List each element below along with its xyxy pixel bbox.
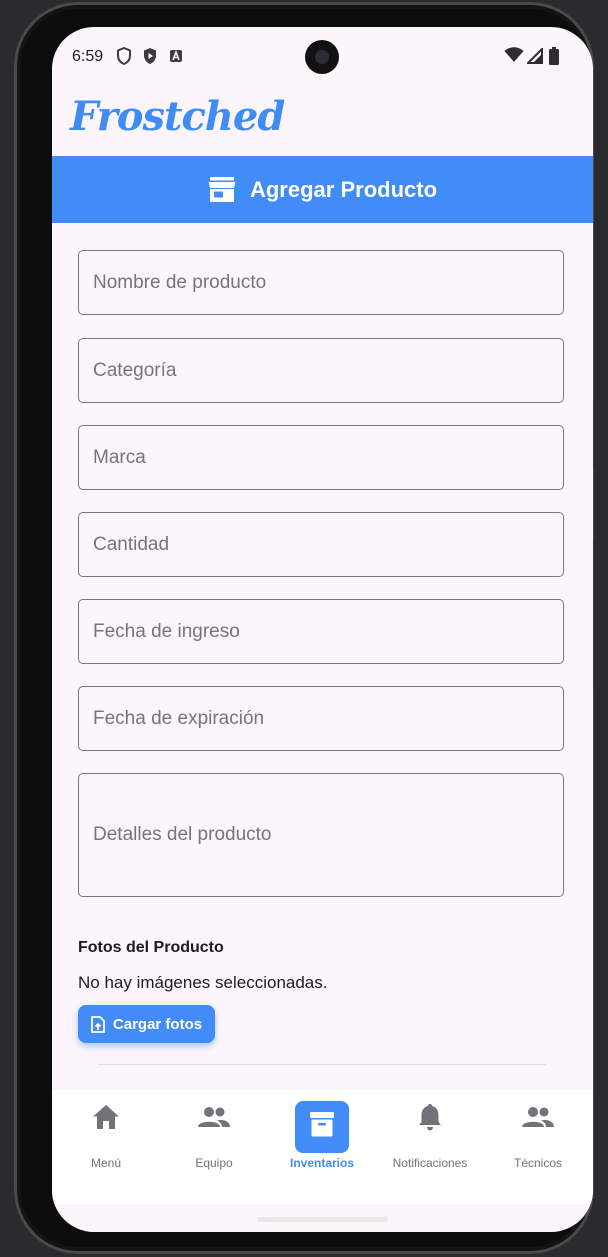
nav-label-technicians: Técnicos xyxy=(513,1156,563,1170)
phone-frame: 6:59 Frostched Agregar Producto Nombre d… xyxy=(14,2,594,1254)
store-icon xyxy=(208,176,236,202)
play-protect-icon xyxy=(144,48,156,64)
section-divider xyxy=(98,1064,546,1065)
status-time: 6:59 xyxy=(72,48,104,65)
file-upload-icon xyxy=(91,1015,105,1033)
people-icon xyxy=(522,1107,554,1127)
nav-item-menu[interactable]: Menú xyxy=(52,1090,160,1180)
bell-icon xyxy=(419,1104,441,1131)
people-icon xyxy=(198,1107,230,1127)
nav-label-menu: Menú xyxy=(90,1156,122,1170)
upload-photos-button[interactable]: Cargar fotos xyxy=(78,1005,215,1043)
category-field[interactable] xyxy=(78,338,564,403)
front-camera xyxy=(305,40,339,74)
shield-icon xyxy=(117,47,131,65)
a-box-icon xyxy=(170,49,182,62)
bottom-nav: Menú Equipo Inventarios Notificaciones T… xyxy=(52,1090,593,1204)
nav-item-inventory[interactable]: Inventarios xyxy=(268,1090,376,1180)
nav-item-team[interactable]: Equipo xyxy=(160,1090,268,1180)
nav-item-notifications[interactable]: Notificaciones xyxy=(376,1090,484,1180)
screen: 6:59 Frostched Agregar Producto Nombre d… xyxy=(52,27,593,1232)
entry-date-field[interactable] xyxy=(78,599,564,664)
nav-item-technicians[interactable]: Técnicos xyxy=(484,1090,592,1180)
product-details-field[interactable] xyxy=(78,773,564,897)
nav-label-notifications: Notificaciones xyxy=(392,1156,468,1170)
battery-icon xyxy=(549,47,559,65)
app-logo: Frostched xyxy=(70,93,285,140)
no-images-text: No hay imágenes seleccionadas. xyxy=(78,973,328,992)
photos-section-title: Fotos del Producto xyxy=(78,939,224,956)
nav-label-inventory: Inventarios xyxy=(289,1156,355,1170)
home-indicator[interactable] xyxy=(257,1217,388,1222)
expiration-date-field[interactable] xyxy=(78,686,564,751)
status-bar: 6:59 xyxy=(52,27,593,87)
page-title: Agregar Producto xyxy=(249,176,438,202)
product-name-field[interactable] xyxy=(78,250,564,315)
nav-label-team: Equipo xyxy=(195,1156,233,1170)
archive-icon xyxy=(310,1112,334,1137)
signal-icon xyxy=(527,48,543,64)
wifi-icon xyxy=(504,47,524,62)
quantity-field[interactable] xyxy=(78,512,564,577)
upload-photos-label: Cargar fotos xyxy=(112,1015,203,1033)
brand-field[interactable] xyxy=(78,425,564,490)
home-icon xyxy=(93,1105,119,1129)
page-header: Agregar Producto xyxy=(52,156,593,223)
